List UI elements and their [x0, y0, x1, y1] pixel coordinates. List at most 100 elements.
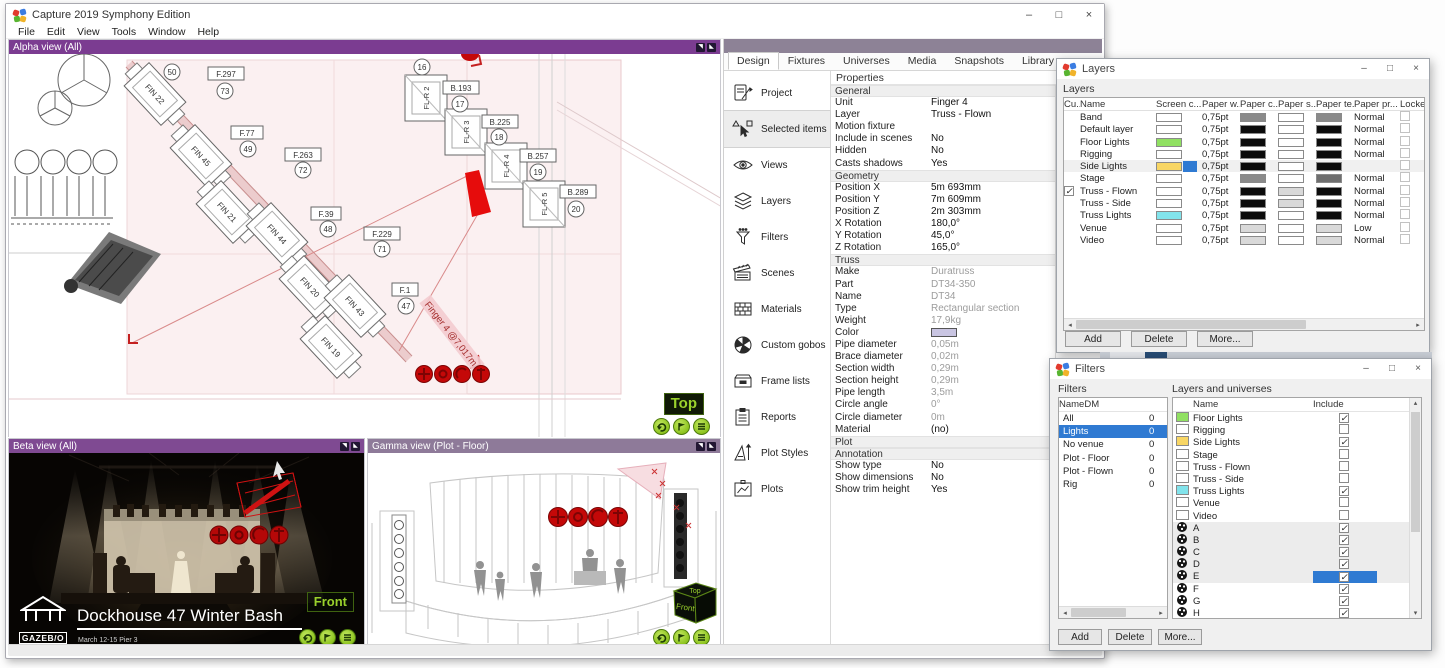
- delete-button[interactable]: Delete: [1131, 331, 1187, 347]
- include-checkbox[interactable]: ✓: [1339, 535, 1349, 545]
- include-checkbox[interactable]: ✓: [1339, 547, 1349, 557]
- menu-tools[interactable]: Tools: [106, 26, 143, 38]
- sidebar-item-materials[interactable]: Materials: [724, 291, 830, 327]
- sidebar-item-frame-lists[interactable]: Frame lists: [724, 363, 830, 399]
- prop-row-pipe-length[interactable]: Pipe length3,5m: [831, 387, 1055, 399]
- float-view-icon[interactable]: ◥: [696, 43, 705, 52]
- sidebar-item-plot-styles[interactable]: Plot Styles: [724, 435, 830, 471]
- include-checkbox[interactable]: [1339, 449, 1349, 459]
- maximize-button[interactable]: □: [1379, 360, 1405, 378]
- float-view-icon[interactable]: ◥: [340, 442, 349, 451]
- float-view-icon[interactable]: ◥: [696, 442, 705, 451]
- gamma-view-header[interactable]: Gamma view (Plot - Floor) ◥ ◣: [368, 439, 720, 453]
- sidebar-item-scenes[interactable]: Scenes: [724, 255, 830, 291]
- maximize-button[interactable]: □: [1377, 60, 1403, 78]
- add-button[interactable]: Add: [1065, 331, 1121, 347]
- prop-row-pipe-diameter[interactable]: Pipe diameter0,05m: [831, 339, 1055, 351]
- include-checkbox[interactable]: [1339, 473, 1349, 483]
- navigate-button[interactable]: [673, 418, 690, 435]
- beta-view-header[interactable]: Beta view (All) ◥ ◣: [9, 439, 364, 453]
- filter-row-all[interactable]: All0: [1059, 412, 1167, 425]
- scroll-down-icon[interactable]: ▾: [1410, 609, 1421, 617]
- prop-row-show-trim-height[interactable]: Show trim heightYes: [831, 484, 1055, 496]
- include-row-universe-a[interactable]: A✓: [1173, 522, 1421, 534]
- more-button[interactable]: More...: [1158, 629, 1202, 645]
- minimize-button[interactable]: –: [1353, 360, 1379, 378]
- maximize-button[interactable]: □: [1044, 5, 1074, 25]
- sidebar-item-custom-gobos[interactable]: Custom gobos: [724, 327, 830, 363]
- prop-row-part[interactable]: PartDT34-350: [831, 279, 1055, 291]
- tab-fixtures[interactable]: Fixtures: [779, 52, 834, 70]
- prop-row-circle-diameter[interactable]: Circle diameter0m: [831, 412, 1055, 424]
- include-checkbox[interactable]: ✓: [1339, 608, 1349, 618]
- tab-universes[interactable]: Universes: [834, 52, 899, 70]
- locked-checkbox[interactable]: [1400, 160, 1410, 170]
- filter-row-rig[interactable]: Rig0: [1059, 478, 1167, 491]
- prop-row-material[interactable]: Material(no): [831, 424, 1055, 436]
- include-row-universe-c[interactable]: C✓: [1173, 546, 1421, 558]
- scroll-right-icon[interactable]: ▸: [1412, 321, 1424, 329]
- include-row-universe-d[interactable]: D✓: [1173, 558, 1421, 570]
- prop-row-weight[interactable]: Weight17,9kg: [831, 315, 1055, 327]
- prop-row-x-rotation[interactable]: X Rotation180,0°: [831, 218, 1055, 230]
- maximize-view-icon[interactable]: ◣: [351, 442, 360, 451]
- minimize-button[interactable]: –: [1014, 5, 1044, 25]
- include-row-side-lights[interactable]: Side Lights✓: [1173, 436, 1421, 448]
- close-button[interactable]: ×: [1403, 60, 1429, 78]
- prop-row-brace-diameter[interactable]: Brace diameter0,02m: [831, 351, 1055, 363]
- menu-window[interactable]: Window: [142, 26, 191, 38]
- include-checkbox[interactable]: ✓: [1339, 596, 1349, 606]
- maximize-view-icon[interactable]: ◣: [707, 43, 716, 52]
- locked-checkbox[interactable]: [1400, 197, 1410, 207]
- tab-media[interactable]: Media: [899, 52, 946, 70]
- locked-checkbox[interactable]: [1400, 209, 1410, 219]
- include-row-truss-side[interactable]: Truss - Side: [1173, 473, 1421, 485]
- color-swatch[interactable]: [931, 328, 957, 337]
- gamma-view-canvas[interactable]: Top Front: [368, 453, 720, 652]
- locked-checkbox[interactable]: [1400, 123, 1410, 133]
- layers-window-titlebar[interactable]: Layers – □ ×: [1057, 59, 1429, 79]
- layers-universes-header[interactable]: NameInclude: [1173, 398, 1421, 412]
- alpha-view-header[interactable]: Alpha view (All) ◥ ◣: [9, 40, 720, 54]
- include-checkbox[interactable]: [1339, 510, 1349, 520]
- layer-row[interactable]: Truss Lights0,75ptNormal: [1064, 209, 1424, 221]
- include-checkbox[interactable]: ✓: [1339, 572, 1349, 582]
- include-row-video[interactable]: Video: [1173, 510, 1421, 522]
- prop-row-unit[interactable]: UnitFinger 4: [831, 97, 1055, 109]
- locked-checkbox[interactable]: [1400, 185, 1410, 195]
- layer-row[interactable]: Band0,75ptNormal: [1064, 111, 1424, 123]
- view-menu-button[interactable]: [693, 418, 710, 435]
- include-checkbox[interactable]: ✓: [1339, 486, 1349, 496]
- prop-row-z-rotation[interactable]: Z Rotation165,0°: [831, 242, 1055, 254]
- include-row-universe-b[interactable]: B✓: [1173, 534, 1421, 546]
- minimize-button[interactable]: –: [1351, 60, 1377, 78]
- filter-row-plot-flown[interactable]: Plot - Flown0: [1059, 465, 1167, 478]
- filter-row-plot-floor[interactable]: Plot - Floor0: [1059, 452, 1167, 465]
- sidebar-item-views[interactable]: Views: [724, 147, 830, 183]
- sidebar-item-reports[interactable]: Reports: [724, 399, 830, 435]
- include-checkbox[interactable]: ✓: [1339, 413, 1349, 423]
- include-row-truss-lights[interactable]: Truss Lights✓: [1173, 485, 1421, 497]
- prop-row-position-y[interactable]: Position Y7m 609mm: [831, 194, 1055, 206]
- filters-list-header[interactable]: NameDM: [1059, 398, 1167, 412]
- include-row-stage[interactable]: Stage: [1173, 449, 1421, 461]
- layer-row[interactable]: Video0,75ptNormal: [1064, 234, 1424, 246]
- sidebar-item-layers[interactable]: Layers: [724, 183, 830, 219]
- prop-row-type[interactable]: TypeRectangular section: [831, 303, 1055, 315]
- tab-design[interactable]: Design: [728, 52, 779, 70]
- horizontal-scrollbar[interactable]: ◂▸: [1064, 318, 1424, 330]
- layer-row[interactable]: Truss - Side0,75ptNormal: [1064, 197, 1424, 209]
- layer-row[interactable]: Stage0,75ptNormal: [1064, 172, 1424, 184]
- prop-row-layer[interactable]: LayerTruss - Flown: [831, 109, 1055, 121]
- layer-row[interactable]: Default layer0,75ptNormal: [1064, 123, 1424, 135]
- vertical-scrollbar[interactable]: ▴▾: [1409, 398, 1421, 618]
- sidebar-item-project[interactable]: Project: [724, 75, 830, 111]
- locked-checkbox[interactable]: [1400, 136, 1410, 146]
- close-button[interactable]: ×: [1405, 360, 1431, 378]
- include-checkbox[interactable]: ✓: [1339, 437, 1349, 447]
- include-checkbox[interactable]: ✓: [1339, 523, 1349, 533]
- layer-row-side-lights[interactable]: Side Lights0,75pt: [1064, 160, 1424, 172]
- scroll-left-icon[interactable]: ◂: [1059, 609, 1071, 617]
- more-button[interactable]: More...: [1197, 331, 1253, 347]
- menu-file[interactable]: File: [12, 26, 41, 38]
